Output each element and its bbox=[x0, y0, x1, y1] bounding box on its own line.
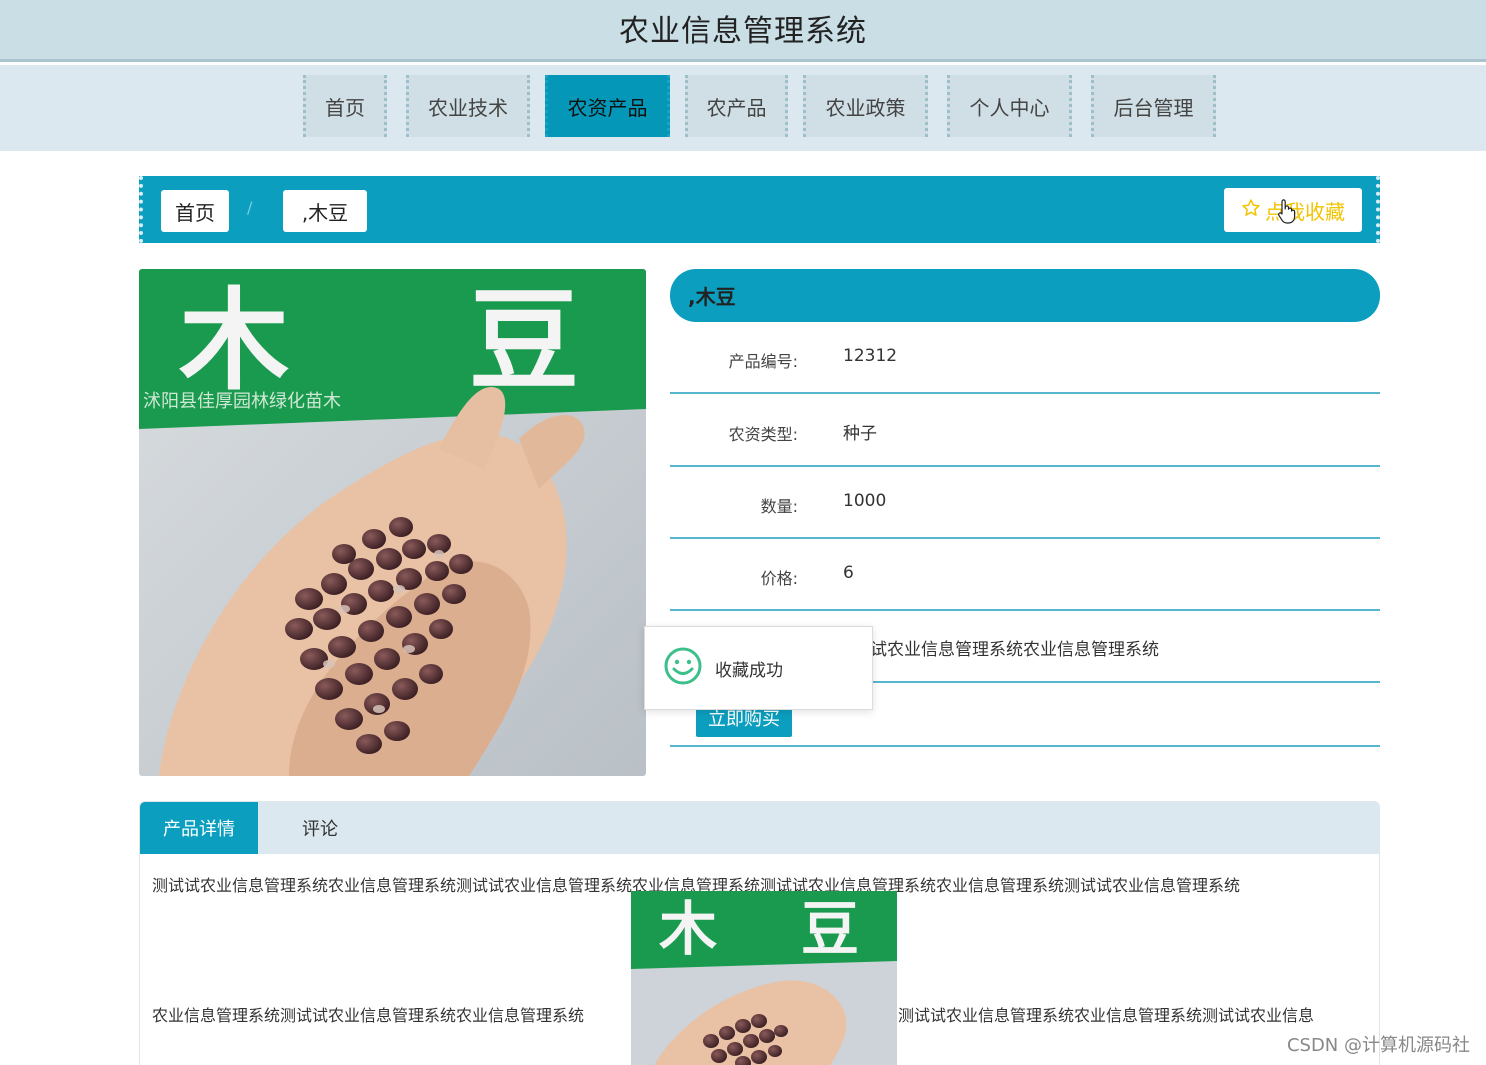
star-icon bbox=[1241, 198, 1261, 223]
image-banner-text: 沭阳县佳厚园林绿化苗木 bbox=[143, 391, 341, 412]
product-info-panel: ,木豆 产品编号: 12312 农资类型: 种子 数量: 1000 价格: 6 … bbox=[670, 269, 1380, 747]
detail-image-char-2: 豆 bbox=[801, 895, 859, 963]
image-char-1: 木 bbox=[179, 277, 289, 405]
price-value: 6 bbox=[843, 563, 854, 583]
supply-type-value: 种子 bbox=[843, 424, 877, 444]
nav-item-agri-products[interactable]: 农产品 bbox=[685, 75, 788, 137]
detail-text-line-2-right: 测试试农业信息管理系统农业信息管理系统测试试农业信息 bbox=[898, 1006, 1315, 1025]
tab-product-detail[interactable]: 产品详情 bbox=[140, 802, 258, 854]
detail-tabs: 产品详情 评论 测试试农业信息管理系统农业信息管理系统测试试农业信息管理系统农业… bbox=[139, 801, 1380, 1065]
nav-item-agri-supplies[interactable]: 农资产品 bbox=[545, 75, 670, 137]
detail-image: 木 豆 bbox=[631, 891, 897, 1065]
nav-bar: 首页 农业技术 农资产品 农产品 农业政策 个人中心 后台管理 bbox=[0, 65, 1486, 151]
quantity-value: 1000 bbox=[843, 491, 887, 511]
nav-item-agri-policy[interactable]: 农业政策 bbox=[803, 75, 928, 137]
site-title: 农业信息管理系统 bbox=[619, 14, 867, 49]
detail-image-char-1: 木 bbox=[659, 895, 717, 963]
watermark: CSDN @计算机源码社 bbox=[1286, 1035, 1470, 1056]
tab-header: 产品详情 评论 bbox=[140, 802, 1379, 854]
quantity-label: 数量: bbox=[760, 497, 798, 516]
tab-comments[interactable]: 评论 bbox=[280, 802, 360, 854]
image-char-2: 豆 bbox=[469, 277, 579, 405]
toast-message: 收藏成功 bbox=[715, 660, 783, 681]
info-row-quantity: 数量: 1000 bbox=[670, 467, 1380, 539]
nav-item-home[interactable]: 首页 bbox=[303, 75, 387, 137]
product-image: 木 豆 沭阳县佳厚园林绿化苗木 bbox=[139, 269, 646, 776]
nav-item-admin[interactable]: 后台管理 bbox=[1091, 75, 1216, 137]
favorite-button[interactable]: 点我收藏 bbox=[1224, 188, 1362, 232]
site-header: 农业信息管理系统 bbox=[0, 0, 1486, 62]
breadcrumb: 首页 / ,木豆 点我收藏 bbox=[139, 176, 1380, 243]
hand-cursor-icon bbox=[1276, 198, 1296, 229]
info-row-supply-type: 农资类型: 种子 bbox=[670, 395, 1380, 467]
product-id-value: 12312 bbox=[843, 346, 898, 366]
description-value: 试农业信息管理系统农业信息管理系统 bbox=[870, 640, 1159, 660]
smile-icon bbox=[663, 646, 703, 690]
breadcrumb-current: ,木豆 bbox=[283, 190, 367, 232]
supply-type-label: 农资类型: bbox=[728, 425, 798, 444]
info-row-product-id: 产品编号: 12312 bbox=[670, 322, 1380, 394]
product-title: ,木豆 bbox=[670, 269, 1380, 322]
price-label: 价格: bbox=[760, 569, 798, 588]
breadcrumb-home[interactable]: 首页 bbox=[161, 190, 229, 232]
nav-item-agri-tech[interactable]: 农业技术 bbox=[406, 75, 530, 137]
nav-item-personal-center[interactable]: 个人中心 bbox=[947, 75, 1072, 137]
info-row-price: 价格: 6 bbox=[670, 539, 1380, 611]
breadcrumb-separator: / bbox=[247, 198, 253, 217]
product-id-label: 产品编号: bbox=[728, 352, 798, 371]
detail-text-line-2-left: 农业信息管理系统测试试农业信息管理系统农业信息管理系统 bbox=[152, 1006, 585, 1025]
toast-notification: 收藏成功 bbox=[644, 626, 873, 710]
